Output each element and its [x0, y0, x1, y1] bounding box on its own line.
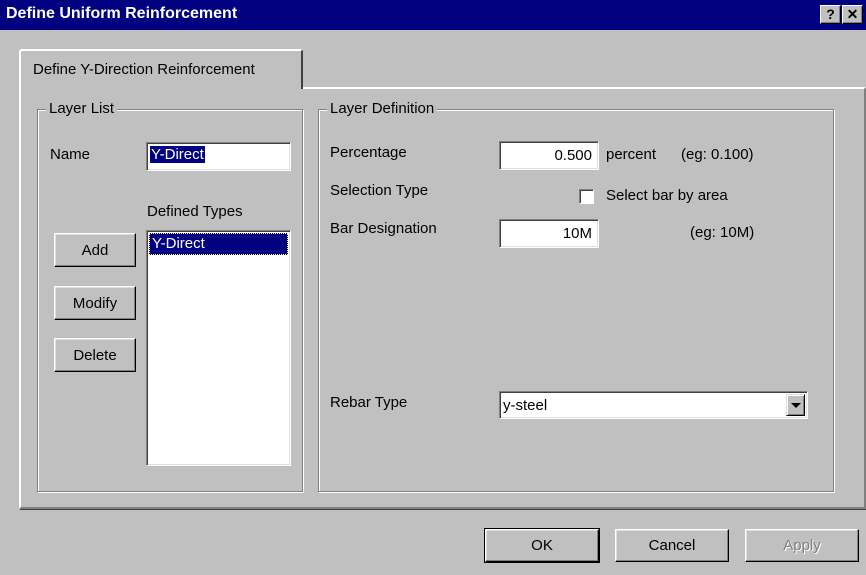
percentage-input[interactable]: 0.500 — [499, 141, 599, 170]
title-bar: Define Uniform Reinforcement ? ✕ — [0, 0, 866, 30]
bar-designation-input[interactable]: 10M — [499, 219, 599, 248]
defined-types-list[interactable]: Y-Direct — [146, 230, 291, 466]
layer-definition-legend: Layer Definition — [327, 100, 438, 117]
rebar-type-select[interactable]: y-steel — [499, 391, 808, 419]
bar-designation-input-value: 10M — [562, 225, 592, 242]
ok-button[interactable]: OK — [484, 528, 600, 563]
name-label: Name — [50, 146, 91, 163]
rebar-type-label: Rebar Type — [330, 394, 408, 411]
delete-button-label: Delete — [73, 347, 117, 364]
add-button[interactable]: Add — [54, 233, 136, 267]
cancel-button[interactable]: Cancel — [615, 529, 729, 562]
add-button-label: Add — [81, 242, 109, 259]
layer-list-legend: Layer List — [46, 100, 118, 117]
list-item[interactable]: Y-Direct — [149, 233, 288, 255]
help-button[interactable]: ? — [820, 5, 841, 24]
bar-designation-hint: (eg: 10M) — [690, 224, 755, 241]
bar-designation-label: Bar Designation — [330, 220, 437, 237]
name-input[interactable]: Y-Direct — [146, 142, 291, 171]
window-title: Define Uniform Reinforcement — [6, 5, 238, 22]
percentage-hint: (eg: 0.100) — [681, 146, 754, 163]
rebar-type-value: y-steel — [503, 397, 548, 414]
close-icon: ✕ — [846, 6, 859, 22]
selection-type-label: Selection Type — [330, 182, 429, 199]
apply-button[interactable]: Apply — [745, 529, 859, 562]
tab-label: Define Y-Direction Reinforcement — [33, 61, 255, 78]
close-button[interactable]: ✕ — [842, 5, 863, 24]
chevron-down-icon — [791, 403, 801, 408]
defined-types-label: Defined Types — [147, 203, 243, 220]
help-icon: ? — [826, 6, 835, 22]
delete-button[interactable]: Delete — [54, 338, 136, 372]
list-item-label: Y-Direct — [152, 235, 205, 252]
select-by-area-checkbox[interactable] — [579, 189, 594, 204]
modify-button-label: Modify — [72, 295, 118, 312]
modify-button[interactable]: Modify — [54, 286, 136, 320]
percentage-label: Percentage — [330, 144, 407, 161]
select-by-area-label[interactable]: Select bar by area — [606, 187, 728, 204]
apply-button-label: Apply — [783, 537, 821, 554]
ok-button-label: OK — [531, 537, 553, 554]
name-input-value: Y-Direct — [150, 146, 205, 163]
tab-y-direction[interactable]: Define Y-Direction Reinforcement — [19, 49, 303, 89]
percentage-unit: percent — [606, 146, 657, 163]
cancel-button-label: Cancel — [648, 537, 696, 554]
rebar-type-dropdown-button[interactable] — [786, 394, 805, 416]
percentage-input-value: 0.500 — [554, 147, 592, 164]
